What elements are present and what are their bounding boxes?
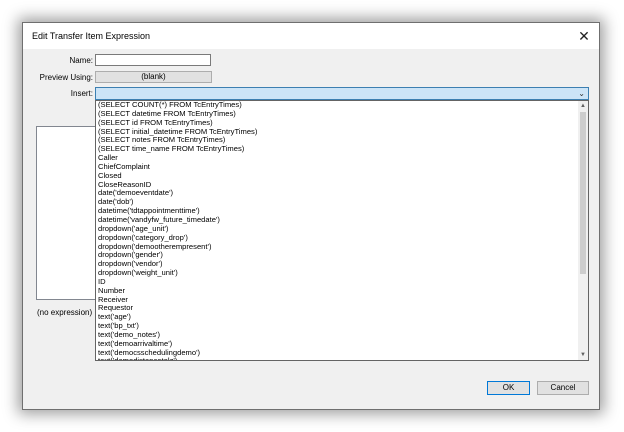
list-item[interactable]: dropdown('gender') (98, 250, 576, 260)
list-item[interactable]: (SELECT time_name FROM TcEntryTimes) (98, 144, 576, 154)
list-item[interactable]: text('demodistancetolz') (98, 357, 576, 360)
list-item[interactable]: Caller (98, 153, 576, 163)
window-title: Edit Transfer Item Expression (32, 31, 151, 41)
insert-combobox[interactable]: ⌄ (95, 87, 589, 100)
scroll-down-icon[interactable]: ▼ (578, 350, 588, 360)
name-input[interactable] (95, 54, 211, 66)
list-item[interactable]: text('age') (98, 312, 576, 322)
close-icon[interactable]: ✕ (569, 23, 599, 49)
list-item[interactable]: dropdown('demootherempresent') (98, 242, 576, 252)
list-item[interactable]: datetime('vandyfw_future_timedate') (98, 215, 576, 225)
list-item[interactable]: Closed (98, 171, 576, 181)
list-item[interactable]: Receiver (98, 295, 576, 305)
list-item[interactable]: Requestor (98, 304, 576, 313)
dialog-shadow: Edit Transfer Item Expression ✕ Name: Pr… (22, 22, 600, 410)
scrollbar-thumb[interactable] (580, 112, 586, 274)
preview-using-button[interactable]: (blank) (95, 71, 212, 83)
list-scrollbar[interactable]: ▲ ▼ (578, 101, 588, 360)
list-item[interactable]: date('demoeventdate') (98, 189, 576, 198)
ok-button[interactable]: OK (487, 381, 530, 395)
list-item[interactable]: text('bp_txt') (98, 321, 576, 331)
insert-options: (SELECT COUNT(*) FROM TcEntryTimes) (SELE… (98, 101, 576, 360)
preview-using-label: Preview Using: (39, 73, 93, 82)
list-item[interactable]: ID (98, 277, 576, 287)
cancel-button[interactable]: Cancel (537, 381, 589, 395)
insert-label: Insert: (70, 89, 93, 98)
scroll-up-icon[interactable]: ▲ (578, 101, 588, 111)
expression-editor[interactable] (36, 126, 98, 300)
list-item[interactable]: dropdown('weight_unit') (98, 268, 576, 278)
list-item[interactable]: Number (98, 286, 576, 296)
expression-status: (no expression) (37, 308, 93, 317)
list-item[interactable]: ChiefComplaint (98, 162, 576, 172)
title-bar[interactable]: Edit Transfer Item Expression ✕ (23, 23, 599, 49)
name-label: Name: (69, 56, 93, 65)
edit-transfer-item-expression-dialog: Edit Transfer Item Expression ✕ Name: Pr… (22, 22, 600, 410)
insert-dropdown-list[interactable]: (SELECT COUNT(*) FROM TcEntryTimes) (SELE… (95, 100, 589, 361)
chevron-down-icon[interactable]: ⌄ (578, 89, 585, 98)
